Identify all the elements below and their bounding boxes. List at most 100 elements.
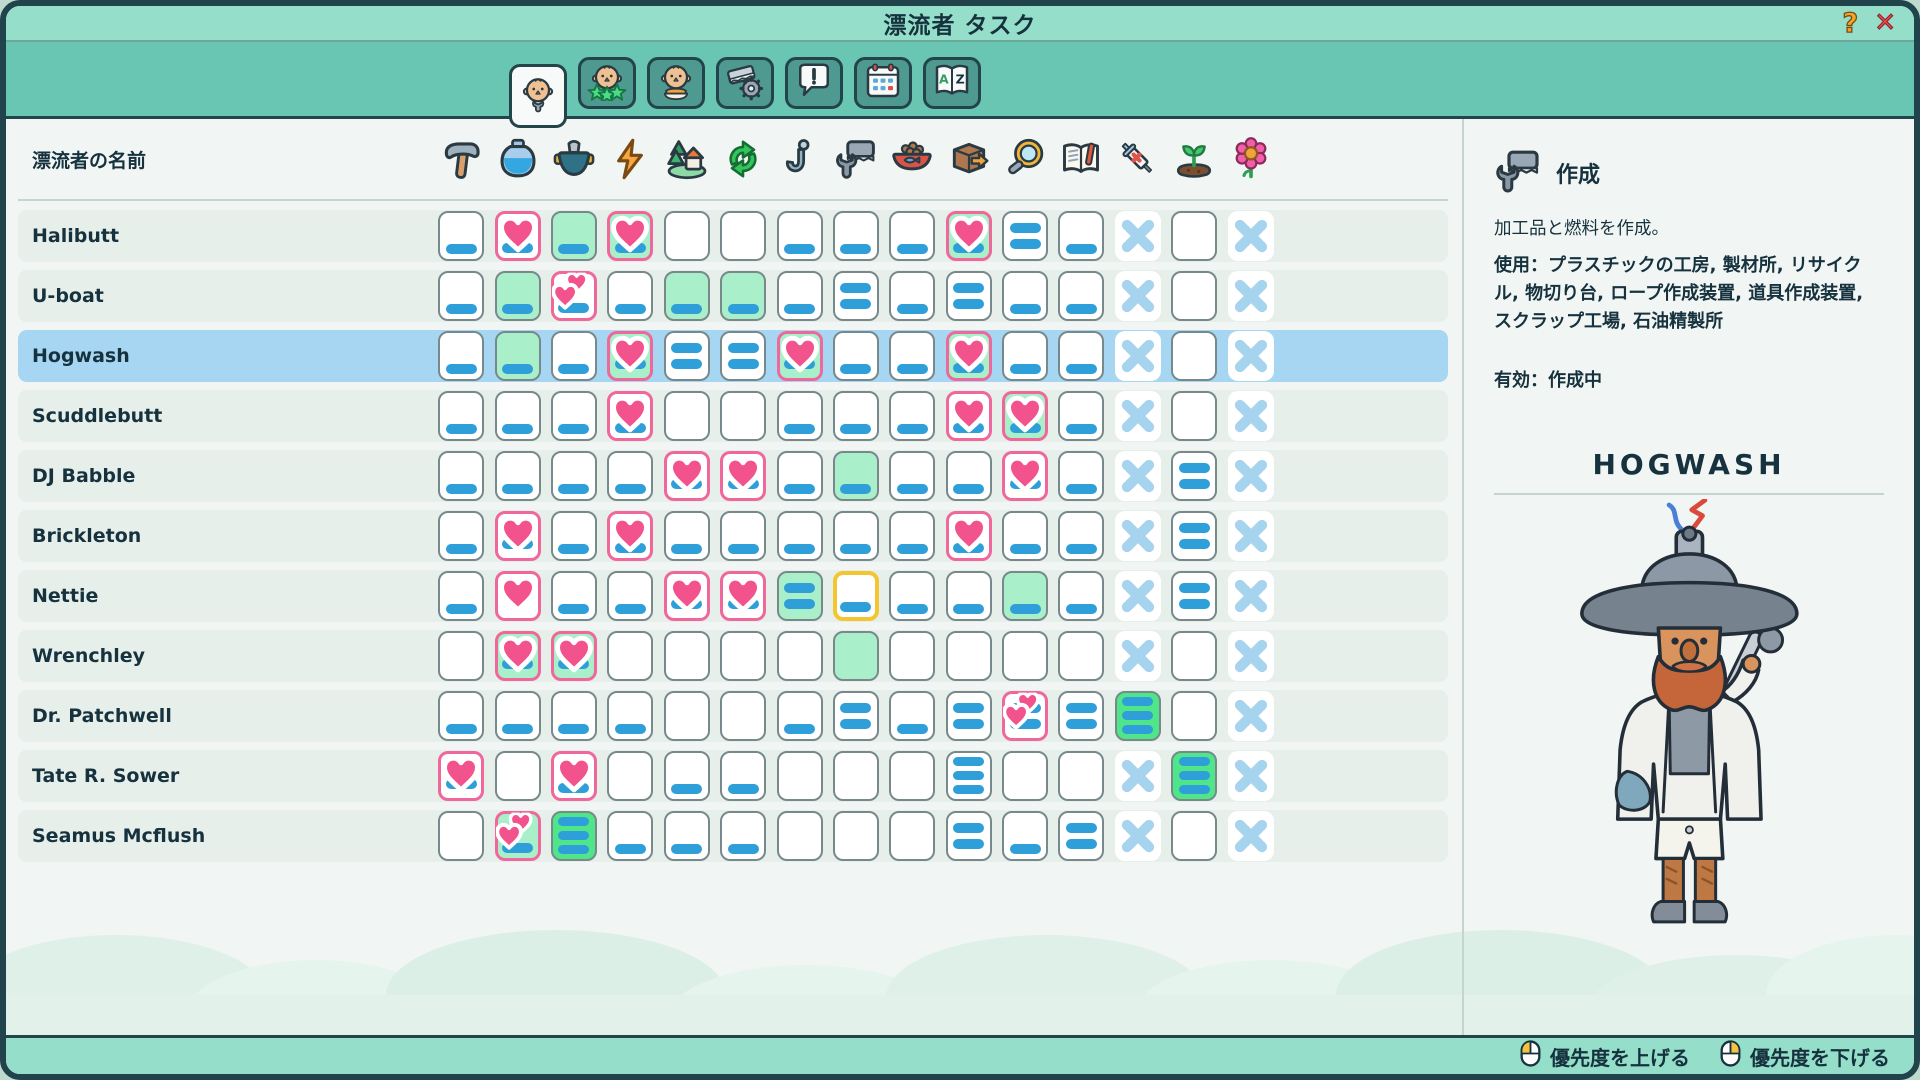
task-cell[interactable] [720,631,766,681]
task-cell[interactable] [1115,571,1161,621]
task-cell[interactable] [495,331,541,381]
task-cell[interactable] [1228,271,1274,321]
task-cell[interactable] [495,571,541,621]
task-cell[interactable] [664,511,710,561]
task-cell[interactable] [1171,211,1217,261]
task-cell[interactable] [1171,271,1217,321]
task-cell[interactable] [1002,571,1048,621]
task-cell[interactable] [1228,331,1274,381]
task-cell[interactable] [889,271,935,321]
task-cell[interactable] [1002,271,1048,321]
drifter-row-brickleton[interactable]: Brickleton [18,510,1448,562]
task-cell[interactable] [833,511,879,561]
task-cell[interactable] [551,511,597,561]
task-cell[interactable] [1228,451,1274,501]
task-cell[interactable] [777,631,823,681]
column-header-syringe-icon[interactable] [1110,137,1166,181]
task-cell[interactable] [607,211,653,261]
task-cell[interactable] [777,811,823,861]
task-cell[interactable] [1002,751,1048,801]
task-cell[interactable] [1115,271,1161,321]
drifter-row-tate-r-sower[interactable]: Tate R. Sower [18,750,1448,802]
task-cell[interactable] [720,391,766,441]
task-cell[interactable] [720,571,766,621]
task-cell[interactable] [607,631,653,681]
task-cell[interactable] [720,271,766,321]
task-cell[interactable] [1002,211,1048,261]
task-cell[interactable] [551,391,597,441]
task-cell[interactable] [889,451,935,501]
task-cell[interactable] [1115,631,1161,681]
column-header-cooking-pot-icon[interactable] [546,137,602,181]
task-cell[interactable] [1115,691,1161,741]
task-cell[interactable] [1228,391,1274,441]
task-cell[interactable] [1228,691,1274,741]
task-cell[interactable] [438,211,484,261]
task-cell[interactable] [1058,511,1104,561]
task-cell[interactable] [777,751,823,801]
task-cell[interactable] [777,271,823,321]
task-cell[interactable] [551,211,597,261]
task-cell[interactable] [1002,451,1048,501]
column-header-water-bottle-icon[interactable] [489,137,545,181]
tab-drifter-food[interactable] [647,57,705,109]
drifter-row-hogwash[interactable]: Hogwash [18,330,1448,382]
drifter-row-u-boat[interactable]: U-boat [18,270,1448,322]
task-cell[interactable] [777,331,823,381]
task-cell[interactable] [1115,211,1161,261]
task-cell[interactable] [889,571,935,621]
task-cell[interactable] [607,451,653,501]
task-cell[interactable] [946,631,992,681]
task-cell[interactable] [495,211,541,261]
task-cell[interactable] [1115,391,1161,441]
task-cell[interactable] [607,391,653,441]
task-cell[interactable] [946,811,992,861]
task-cell[interactable] [607,571,653,621]
task-cell[interactable] [833,631,879,681]
task-cell[interactable] [495,811,541,861]
tab-dictionary[interactable]: AZ [923,57,981,109]
task-cell[interactable] [946,451,992,501]
task-cell[interactable] [438,391,484,441]
task-cell[interactable] [1171,391,1217,441]
task-cell[interactable] [438,331,484,381]
task-cell[interactable] [1171,751,1217,801]
task-cell[interactable] [833,751,879,801]
task-cell[interactable] [777,571,823,621]
tab-drifter-skills[interactable] [578,57,636,109]
task-cell[interactable] [889,631,935,681]
task-cell[interactable] [833,391,879,441]
task-cell[interactable] [946,271,992,321]
task-cell[interactable] [664,271,710,321]
task-cell[interactable] [946,331,992,381]
task-cell[interactable] [833,811,879,861]
task-cell[interactable] [1228,211,1274,261]
task-cell[interactable] [1228,811,1274,861]
task-cell[interactable] [438,751,484,801]
task-cell[interactable] [664,211,710,261]
task-cell[interactable] [833,211,879,261]
task-cell[interactable] [889,691,935,741]
task-cell[interactable] [777,391,823,441]
task-cell[interactable] [1002,811,1048,861]
task-cell[interactable] [720,331,766,381]
task-cell[interactable] [1058,391,1104,441]
column-header-repair-icon[interactable] [828,137,884,181]
task-cell[interactable] [495,691,541,741]
task-cell[interactable] [607,511,653,561]
task-cell[interactable] [664,631,710,681]
drifter-row-wrenchley[interactable]: Wrenchley [18,630,1448,682]
task-cell[interactable] [1002,691,1048,741]
task-cell[interactable] [1115,331,1161,381]
task-cell[interactable] [777,211,823,261]
task-cell[interactable] [946,691,992,741]
drifter-row-dr-patchwell[interactable]: Dr. Patchwell [18,690,1448,742]
task-cell[interactable] [1115,511,1161,561]
task-cell[interactable] [946,751,992,801]
task-cell[interactable] [833,691,879,741]
task-cell[interactable] [1228,511,1274,561]
drifter-row-seamus-mcflush[interactable]: Seamus Mcflush [18,810,1448,862]
task-cell[interactable] [889,811,935,861]
task-cell[interactable] [1058,211,1104,261]
drifter-row-nettie[interactable]: Nettie [18,570,1448,622]
